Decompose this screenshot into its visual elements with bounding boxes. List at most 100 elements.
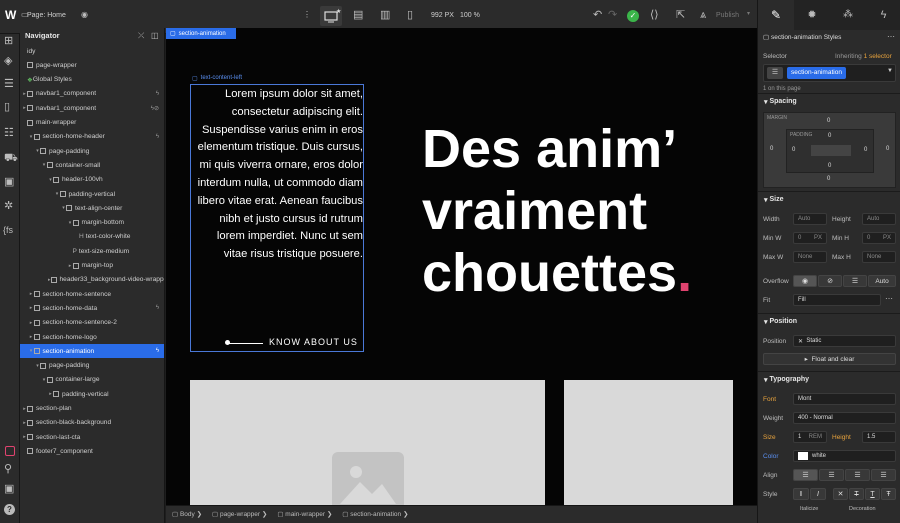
navigator-item[interactable]: P text-size-medium: [20, 244, 164, 258]
interactions-icon[interactable]: ⁂: [830, 0, 866, 30]
dock-icon[interactable]: ◫: [151, 31, 159, 40]
float-clear-button[interactable]: ▸ Float and clear: [763, 353, 896, 365]
record-icon[interactable]: [5, 446, 15, 456]
logic-icon[interactable]: {fs: [3, 226, 13, 235]
video-icon[interactable]: ▣: [4, 484, 14, 495]
overflow-auto-button[interactable]: Auto: [868, 275, 896, 287]
settings-icon[interactable]: ✲: [4, 201, 13, 212]
page-selector[interactable]: Page: Home: [27, 12, 66, 19]
typography-section-header[interactable]: ▾ Typography: [758, 371, 900, 387]
image-placeholder-small[interactable]: [564, 380, 733, 505]
navigator-item[interactable]: ▸ section-home-data ϟ: [20, 301, 164, 315]
add-icon[interactable]: ⊞: [4, 36, 13, 47]
min-height-unit[interactable]: PX: [883, 235, 891, 241]
inheriting-count[interactable]: 1 selector: [864, 53, 892, 60]
font-select[interactable]: Mont: [793, 393, 896, 405]
width-input[interactable]: Auto: [793, 213, 827, 225]
position-select[interactable]: ✕ Static: [793, 335, 896, 347]
height-input[interactable]: Auto: [862, 213, 896, 225]
export-icon[interactable]: ⇱: [676, 10, 685, 21]
code-icon[interactable]: ⟨⟩: [650, 10, 659, 21]
navigator-item[interactable]: ▾ page-padding: [20, 144, 164, 158]
position-section-header[interactable]: ▾ Position: [758, 313, 900, 329]
navigator-item[interactable]: ▸ section-plan: [20, 402, 164, 416]
chevron-down-icon[interactable]: ▼: [887, 68, 893, 74]
help-icon[interactable]: ?: [4, 504, 15, 515]
preview-eye-icon[interactable]: ◉: [81, 11, 88, 19]
color-swatch[interactable]: [798, 452, 808, 460]
max-height-input[interactable]: None: [862, 251, 896, 263]
interaction-bolt-icon[interactable]: ϟ: [156, 348, 159, 354]
italic-icon[interactable]: I: [810, 488, 826, 500]
tablet-landscape-icon[interactable]: ▤: [353, 10, 363, 21]
navigator-item[interactable]: ▾ container-large: [20, 373, 164, 387]
navigator-item[interactable]: ▾ margin-bottom: [20, 216, 164, 230]
lightning-icon[interactable]: ϟ: [866, 0, 900, 30]
navigator-item[interactable]: ▸ section-black-background: [20, 416, 164, 430]
navigator-item[interactable]: ▾ container-small: [20, 158, 164, 172]
selector-field[interactable]: ☰ section-animation ▼: [763, 64, 896, 82]
navigator-item[interactable]: ▾ page-padding: [20, 359, 164, 373]
know-about-link[interactable]: KNOW ABOUT US: [269, 337, 358, 347]
more-icon[interactable]: ⋮: [303, 11, 311, 19]
weight-select[interactable]: 400 - Normal: [793, 412, 896, 424]
cms-icon[interactable]: ☷: [4, 128, 14, 139]
breadcrumb-item[interactable]: ▢ main-wrapper ❯: [277, 510, 332, 518]
interaction-bolt-icon[interactable]: ϟ: [156, 305, 159, 311]
min-width-unit[interactable]: PX: [814, 235, 822, 241]
redo-icon[interactable]: ↷: [608, 10, 617, 21]
image-placeholder-large[interactable]: [190, 380, 545, 505]
box-icon[interactable]: ◈: [4, 56, 12, 67]
font-size-input[interactable]: 1 REM: [793, 431, 827, 443]
navigator-item[interactable]: idy: [20, 44, 164, 58]
fit-select[interactable]: Fill: [793, 294, 881, 306]
navigator-item[interactable]: ▸ navbar1_component ϟ: [20, 87, 164, 101]
text-content-left[interactable]: Lorem ipsum dolor sit amet, consectetur …: [190, 84, 364, 352]
navigator-item[interactable]: ▸ navbar1_component ϟ⊘: [20, 101, 164, 115]
navigator-item[interactable]: ▸ section-last-cta: [20, 430, 164, 444]
navigator-item[interactable]: main-wrapper: [20, 116, 164, 130]
navigator-item[interactable]: ▸ padding-vertical: [20, 387, 164, 401]
more-options-icon[interactable]: ⋯: [885, 294, 893, 303]
line-height-input[interactable]: 1.5: [862, 431, 896, 443]
section-tag[interactable]: ▢ section-animation: [166, 28, 236, 39]
check-icon[interactable]: ✓: [627, 10, 639, 22]
navigator-item[interactable]: footer7_component: [20, 444, 164, 458]
breadcrumb-item[interactable]: ▢ Body ❯: [172, 510, 202, 518]
collapse-icon[interactable]: ⤫: [138, 31, 144, 41]
color-field[interactable]: white: [793, 450, 896, 462]
tablet-icon[interactable]: ▥: [380, 10, 390, 21]
padding-box[interactable]: PADDING 0 0 0 0: [786, 129, 874, 173]
spacing-section-header[interactable]: ▾ Spacing: [758, 93, 900, 109]
navigator-item[interactable]: page-wrapper: [20, 58, 164, 72]
navigator-icon[interactable]: ☰: [4, 79, 14, 90]
navigator-item[interactable]: ▸ section-home-sentence-2: [20, 316, 164, 330]
min-height-input[interactable]: 0 PX: [862, 232, 896, 244]
settings-gear-icon[interactable]: ✹: [794, 0, 830, 30]
underline-icon[interactable]: T: [865, 488, 880, 500]
navigator-item[interactable]: ▸ section-home-sentence: [20, 287, 164, 301]
margin-left-value[interactable]: 0: [770, 146, 773, 152]
breadcrumb-item[interactable]: ▢ page-wrapper ❯: [212, 510, 267, 518]
desktop-breakpoint-button[interactable]: ★: [320, 6, 342, 26]
webflow-logo[interactable]: W: [5, 9, 16, 21]
padding-bottom-value[interactable]: 0: [828, 163, 831, 169]
style-brush-icon[interactable]: ✎: [758, 0, 794, 30]
navigator-item[interactable]: H text-color-white: [20, 230, 164, 244]
align-justify-icon[interactable]: ☰: [871, 469, 896, 481]
font-size-unit[interactable]: REM: [809, 434, 822, 440]
italic-off-icon[interactable]: I: [793, 488, 809, 500]
align-center-icon[interactable]: ☰: [819, 469, 844, 481]
selector-chip[interactable]: section-animation: [787, 67, 846, 79]
overflow-scroll-icon[interactable]: ☰: [843, 275, 867, 287]
search-icon[interactable]: ⚲: [4, 464, 12, 475]
align-right-icon[interactable]: ☰: [845, 469, 870, 481]
publish-button[interactable]: Publish: [716, 12, 739, 19]
more-options-icon[interactable]: ⋯: [887, 32, 895, 41]
navigator-item[interactable]: ▸ margin-top: [20, 259, 164, 273]
interaction-bolt-icon[interactable]: ϟ⊘: [151, 105, 159, 112]
margin-bottom-value[interactable]: 0: [827, 176, 830, 182]
navigator-item[interactable]: ▾ section-animation ϟ: [20, 344, 164, 359]
selector-menu-icon[interactable]: ☰: [767, 67, 783, 79]
pages-icon[interactable]: ▯: [4, 102, 10, 113]
